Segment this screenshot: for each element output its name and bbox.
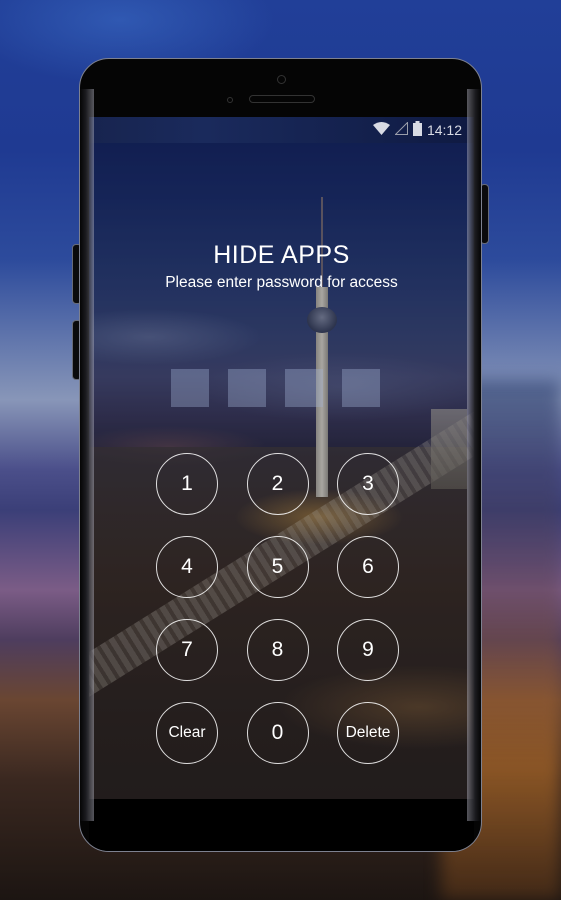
key-8[interactable]: 8 xyxy=(246,619,309,681)
key-2[interactable]: 2 xyxy=(246,453,309,515)
pin-digit-box xyxy=(285,369,323,407)
key-4[interactable]: 4 xyxy=(156,536,218,598)
key-7[interactable]: 7 xyxy=(156,619,218,681)
pin-digit-box xyxy=(171,369,209,407)
navigation-bar xyxy=(89,799,474,851)
earpiece-speaker-icon xyxy=(249,95,315,103)
proximity-sensor-icon xyxy=(227,97,233,103)
status-bar: 14:12 xyxy=(89,117,474,143)
numeric-keypad: 1 2 3 4 5 6 7 8 9 Clear 0 Delete xyxy=(156,453,399,764)
page-subtitle: Please enter password for access xyxy=(165,274,398,291)
pin-input-boxes xyxy=(171,369,380,407)
front-camera-icon xyxy=(277,75,286,84)
phone-curved-edge-right xyxy=(467,89,481,821)
key-1[interactable]: 1 xyxy=(156,453,218,515)
phone-frame: 14:12 HIDE APPS Please enter password fo… xyxy=(79,58,482,852)
key-3[interactable]: 3 xyxy=(337,453,399,515)
phone-curved-edge-left xyxy=(80,89,94,821)
battery-icon xyxy=(412,121,422,139)
page-title: HIDE APPS xyxy=(213,241,350,269)
pin-digit-box xyxy=(342,369,380,407)
key-6[interactable]: 6 xyxy=(337,536,399,598)
delete-button[interactable]: Delete xyxy=(337,702,399,764)
clear-button[interactable]: Clear xyxy=(156,702,218,764)
status-time: 14:12 xyxy=(426,122,462,138)
key-5[interactable]: 5 xyxy=(246,536,309,598)
cell-signal-icon xyxy=(394,121,408,138)
pin-digit-box xyxy=(228,369,266,407)
key-0[interactable]: 0 xyxy=(246,702,309,764)
wifi-icon xyxy=(372,122,390,138)
key-9[interactable]: 9 xyxy=(337,619,399,681)
lock-screen: 14:12 HIDE APPS Please enter password fo… xyxy=(89,117,474,799)
